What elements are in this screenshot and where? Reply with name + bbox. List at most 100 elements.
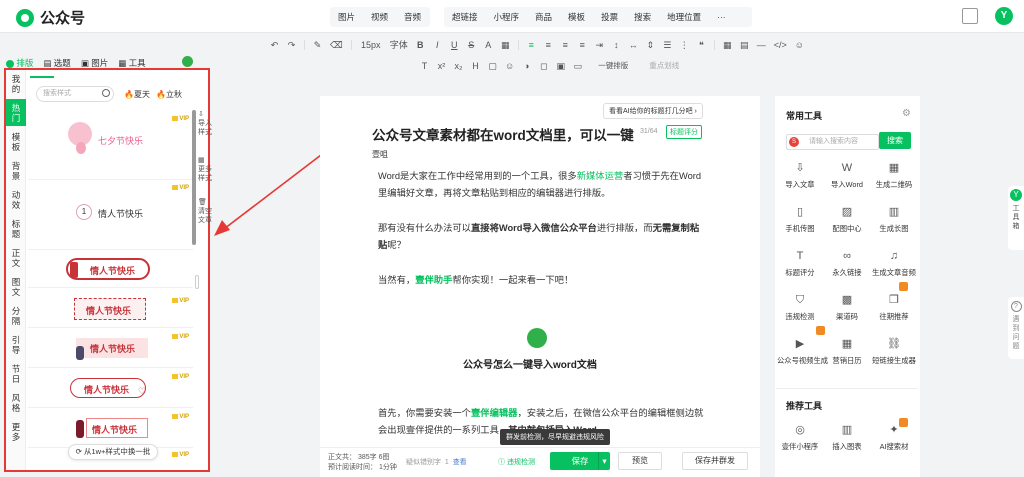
style-category-tab[interactable]: 分隔 xyxy=(6,302,26,329)
style-category-tab[interactable]: 正文 xyxy=(6,244,26,271)
font-size-select[interactable]: 15px xyxy=(360,40,382,50)
tool-ai[interactable]: ✦ AI搜索材 xyxy=(871,424,917,452)
redo-icon[interactable]: ↷ xyxy=(287,40,296,50)
help-float[interactable]: ? 遇到问题 xyxy=(1008,297,1024,359)
save-button[interactable]: 保存 ▾ xyxy=(550,452,610,470)
tab-product[interactable]: 商品 xyxy=(527,11,560,23)
bold-icon[interactable]: B xyxy=(416,40,425,50)
toolbox-float[interactable]: Y 工具箱 xyxy=(1008,186,1024,250)
tool-phone[interactable]: ▯ 手机传图 xyxy=(777,206,823,234)
align-left-icon[interactable]: ≡ xyxy=(527,40,536,50)
tool-calendar[interactable]: ▦ 营销日历 xyxy=(824,338,870,366)
tool-audio[interactable]: ♫ 生成文章音频 xyxy=(871,250,917,278)
code-icon[interactable]: ▤ xyxy=(740,40,749,50)
line-height-icon[interactable]: ↕ xyxy=(612,40,621,50)
violation-check-button[interactable]: ⓘ 违规检测 xyxy=(498,457,535,467)
logo[interactable]: 公众号 xyxy=(16,7,85,28)
style-category-tab[interactable]: 引导 xyxy=(6,331,26,358)
avatar[interactable]: Y xyxy=(995,7,1013,25)
chevron-down-icon[interactable]: ▾ xyxy=(598,452,610,470)
paragraph-spacing-icon[interactable]: ⇕ xyxy=(646,40,655,50)
document-icon[interactable] xyxy=(962,8,978,24)
tool-long-image[interactable]: ▥ 生成长图 xyxy=(871,206,917,234)
subscript-icon[interactable]: x₂ xyxy=(454,61,463,71)
toolbox-icon[interactable]: ▭ xyxy=(573,61,582,71)
tool-word[interactable]: W 导入Word xyxy=(824,162,870,190)
tab-image[interactable]: 图片 xyxy=(330,11,363,23)
tool-video[interactable]: ▶ 公众号视频生成 xyxy=(777,338,828,366)
lock-icon[interactable]: ▣ xyxy=(556,61,565,71)
tool-recommend[interactable]: ❐ 往期推荐 xyxy=(871,294,917,322)
style-item[interactable]: VIP 情人节快乐 xyxy=(28,290,193,328)
source-code-icon[interactable]: </> xyxy=(774,40,787,50)
paragraph-1[interactable]: Word是大家在工作中经常用到的一个工具，很多新媒体运营者习惯于先在Word里编… xyxy=(378,168,708,202)
ai-title-tip[interactable]: 看看AI给你的标题打几分吧 › xyxy=(603,103,703,119)
style-category-tab[interactable]: 我的 xyxy=(6,70,26,97)
ordered-list-icon[interactable]: ⋮ xyxy=(680,40,689,50)
style-category-tab[interactable]: 热门 xyxy=(6,99,26,126)
style-item[interactable]: 情人节快乐 xyxy=(28,252,193,288)
style-item[interactable]: VIP 七夕节快乐 xyxy=(28,108,193,180)
scrollbar[interactable] xyxy=(192,110,196,245)
highlight-line-button[interactable]: 重点划线 xyxy=(644,61,684,71)
resize-handle[interactable] xyxy=(195,275,199,289)
style-category-tab[interactable]: 背景 xyxy=(6,157,26,184)
tool-chart[interactable]: ▥ 插入图表 xyxy=(824,424,870,452)
style-category-tab[interactable]: 更多 xyxy=(6,418,26,445)
tool-search-button[interactable]: 搜索 xyxy=(879,132,911,149)
tab-vote[interactable]: 投票 xyxy=(593,11,626,23)
shape-icon[interactable]: ◑ xyxy=(522,61,531,71)
style-item[interactable]: VIP 1 情人节快乐 xyxy=(28,182,193,250)
tab-audio[interactable]: 音频 xyxy=(396,11,429,23)
article-title[interactable]: 公众号文章素材都在word文档里，可以一键 xyxy=(372,124,634,144)
strikethrough-icon[interactable]: S xyxy=(467,40,476,50)
settings-gear-icon[interactable]: ⚙ xyxy=(902,108,911,119)
style-category-tab[interactable]: 标题 xyxy=(6,215,26,242)
tool-miniapp[interactable]: ◎ 壹伴小程序 xyxy=(777,424,823,452)
save-publish-button[interactable]: 保存并群发 xyxy=(682,452,748,470)
justify-icon[interactable]: ≡ xyxy=(578,40,587,50)
align-center-icon[interactable]: ≡ xyxy=(544,40,553,50)
tool-import[interactable]: ⇩ 导入文章 xyxy=(777,162,823,190)
tool-image[interactable]: ▨ 配图中心 xyxy=(824,206,870,234)
list-icon[interactable]: ☰ xyxy=(663,40,672,50)
tab-more[interactable]: ··· xyxy=(709,12,734,22)
font-color-icon[interactable]: A xyxy=(484,40,493,50)
erase-icon[interactable]: ◻ xyxy=(539,61,548,71)
style-item[interactable]: VIP 情人节快乐 xyxy=(28,410,193,448)
section-title[interactable]: 公众号怎么一键导入word文档 xyxy=(463,356,597,371)
emoji-icon[interactable]: ☺ xyxy=(795,40,804,50)
italic-icon[interactable]: I xyxy=(433,40,442,50)
tab-template[interactable]: 模板 xyxy=(560,11,593,23)
sticker-icon[interactable]: ☺ xyxy=(505,61,514,71)
quote-icon[interactable]: ❝ xyxy=(697,40,706,50)
load-more-button[interactable]: ⟳ 从1w+样式中换一批 xyxy=(68,444,158,460)
superscript-icon[interactable]: x² xyxy=(437,61,446,71)
underline-icon[interactable]: U xyxy=(450,40,459,50)
paragraph-3[interactable]: 当然有，壹伴助手帮你实现！一起来看一下吧！ xyxy=(378,272,708,289)
tab-location[interactable]: 地理位置 xyxy=(659,11,709,23)
letter-spacing-icon[interactable]: ↔ xyxy=(629,40,638,50)
font-family-select[interactable]: 字体 xyxy=(390,40,408,50)
tab-video[interactable]: 视频 xyxy=(363,11,396,23)
tool-shield[interactable]: ⛉ 违规检测 xyxy=(777,294,823,322)
title-score-button[interactable]: 标题评分 xyxy=(666,125,702,139)
hot-tag-summer[interactable]: 🔥夏天 xyxy=(124,89,150,100)
one-click-layout-button[interactable]: 一键排版 xyxy=(590,61,636,71)
article-author[interactable]: 壹咀 xyxy=(372,149,388,160)
style-category-tab[interactable]: 风格 xyxy=(6,389,26,416)
hot-tag-autumn[interactable]: 🔥立秋 xyxy=(156,89,182,100)
tool-qrcode[interactable]: ▦ 生成二维码 xyxy=(871,162,917,190)
style-category-tab[interactable]: 节日 xyxy=(6,360,26,387)
check-typo-link[interactable]: 查看 xyxy=(453,459,467,466)
undo-icon[interactable]: ↶ xyxy=(270,40,279,50)
text-style-icon[interactable]: T xyxy=(420,61,429,71)
tool-short-link[interactable]: ⛓ 短链接生成器 xyxy=(871,338,917,366)
border-icon[interactable]: ▢ xyxy=(488,61,497,71)
heading-icon[interactable]: H xyxy=(471,61,480,71)
tab-search[interactable]: 搜索 xyxy=(626,11,659,23)
clear-format-icon[interactable]: ⌫ xyxy=(330,40,343,50)
tool-title[interactable]: T 标题评分 xyxy=(777,250,823,278)
paragraph-2[interactable]: 那有没有什么办法可以直接将Word导入微信公众平台进行排版，而无需复制粘贴呢？ xyxy=(378,220,708,254)
tab-hyperlink[interactable]: 超链接 xyxy=(444,11,486,23)
